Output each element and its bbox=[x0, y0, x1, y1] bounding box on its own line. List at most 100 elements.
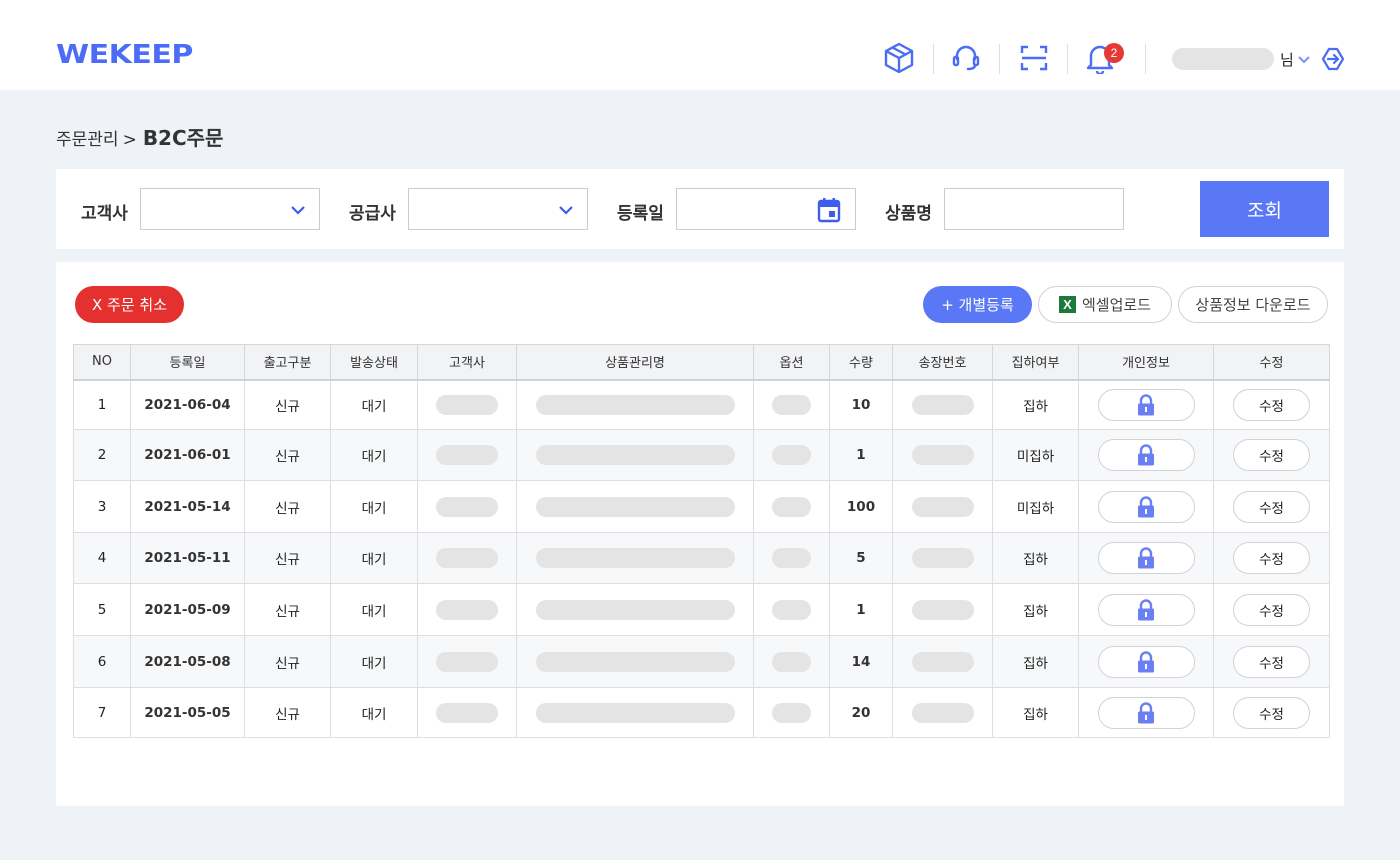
user-name-placeholder[interactable] bbox=[1172, 48, 1274, 70]
view-privacy-button[interactable] bbox=[1097, 439, 1195, 471]
edit-button[interactable]: 수정 bbox=[1233, 388, 1310, 421]
cell-customer bbox=[417, 583, 517, 636]
supplier-select[interactable] bbox=[408, 188, 588, 230]
filter-panel: 고객사 공급사 등록일 상품명 조회 bbox=[56, 169, 1344, 249]
logout-icon[interactable] bbox=[1320, 46, 1346, 72]
cancel-order-button[interactable]: X 주문 취소 bbox=[75, 286, 184, 323]
header-col-date[interactable]: 등록일 bbox=[130, 344, 245, 381]
edit-button[interactable]: 수정 bbox=[1233, 645, 1310, 678]
cell-type: 신규 bbox=[244, 480, 331, 533]
cell-no: 1 bbox=[73, 379, 131, 430]
masked-product-name bbox=[535, 445, 735, 465]
view-privacy-button[interactable] bbox=[1097, 490, 1195, 523]
header-col-privacy[interactable]: 개인정보 bbox=[1078, 344, 1214, 381]
masked-option bbox=[772, 496, 811, 517]
view-privacy-button[interactable] bbox=[1097, 593, 1195, 626]
top-header: WEKEEP 2 님 bbox=[0, 0, 1400, 90]
table-row[interactable]: 2 2021-06-01 신규 대기 1 미집하 수정 bbox=[73, 429, 1330, 481]
cell-date: 2021-05-09 bbox=[130, 583, 245, 636]
cell-pickup: 집하 bbox=[992, 583, 1079, 636]
cell-invoice bbox=[892, 635, 993, 688]
headset-icon[interactable] bbox=[948, 40, 984, 76]
cell-status: 대기 bbox=[330, 532, 418, 584]
orders-panel: X 주문 취소 + 개별등록 X 엑셀업로드 상품정보 다운로드 NO 등록일 출고… bbox=[56, 262, 1344, 806]
cell-customer bbox=[417, 635, 517, 688]
view-privacy-button[interactable] bbox=[1097, 696, 1195, 729]
view-privacy-button[interactable] bbox=[1097, 388, 1195, 421]
cell-product-name bbox=[516, 532, 754, 584]
add-single-order-button[interactable]: + 개별등록 bbox=[923, 286, 1032, 323]
table-row[interactable]: 3 2021-05-14 신규 대기 100 미집하 수정 bbox=[73, 480, 1330, 533]
download-product-info-button[interactable]: 상품정보 다운로드 bbox=[1178, 286, 1328, 323]
cell-qty: 5 bbox=[829, 532, 893, 584]
cell-privacy bbox=[1078, 480, 1214, 533]
masked-product-name bbox=[535, 651, 735, 672]
box-icon[interactable] bbox=[881, 40, 917, 76]
header-col-edit[interactable]: 수정 bbox=[1213, 344, 1330, 381]
cell-status: 대기 bbox=[330, 429, 418, 481]
cell-date: 2021-05-14 bbox=[130, 480, 245, 533]
masked-customer bbox=[436, 394, 498, 415]
cell-privacy bbox=[1078, 583, 1214, 636]
header-col-invoice[interactable]: 송장번호 bbox=[892, 344, 993, 381]
cell-pickup: 집하 bbox=[992, 532, 1079, 584]
table-row[interactable]: 1 2021-06-04 신규 대기 10 집하 수정 bbox=[73, 379, 1330, 430]
calendar-icon[interactable] bbox=[817, 197, 841, 223]
search-button[interactable]: 조회 bbox=[1200, 181, 1329, 237]
masked-invoice bbox=[911, 445, 974, 465]
breadcrumb-parent[interactable]: 주문관리 bbox=[56, 125, 119, 150]
table-row[interactable]: 5 2021-05-09 신규 대기 1 집하 수정 bbox=[73, 583, 1330, 636]
cell-option bbox=[753, 532, 830, 584]
cell-invoice bbox=[892, 687, 993, 738]
cell-product-name bbox=[516, 379, 754, 430]
masked-invoice bbox=[911, 548, 974, 568]
cell-type: 신규 bbox=[244, 429, 331, 481]
table-row[interactable]: 6 2021-05-08 신규 대기 14 집하 수정 bbox=[73, 635, 1330, 688]
cell-product-name bbox=[516, 480, 754, 533]
header-col-qty[interactable]: 수량 bbox=[829, 344, 893, 381]
product-name-input[interactable] bbox=[944, 188, 1124, 230]
cell-edit: 수정 bbox=[1213, 583, 1330, 636]
wekeep-logo[interactable]: WEKEEP bbox=[56, 40, 193, 71]
cell-customer bbox=[417, 532, 517, 584]
cell-qty: 1 bbox=[829, 429, 893, 481]
customer-select[interactable] bbox=[140, 188, 320, 230]
chevron-down-icon[interactable] bbox=[1296, 51, 1312, 67]
header-separator bbox=[999, 44, 1000, 74]
edit-button[interactable]: 수정 bbox=[1233, 542, 1310, 574]
lock-icon bbox=[1138, 701, 1154, 723]
masked-customer bbox=[436, 496, 498, 517]
cell-product-name bbox=[516, 635, 754, 688]
masked-product-name bbox=[535, 394, 735, 415]
cell-no: 6 bbox=[73, 635, 131, 688]
page-title: B2C주문 bbox=[142, 126, 224, 150]
edit-button[interactable]: 수정 bbox=[1233, 696, 1310, 729]
cell-no: 3 bbox=[73, 480, 131, 533]
cell-date: 2021-05-05 bbox=[130, 687, 245, 738]
excel-upload-button[interactable]: X 엑셀업로드 bbox=[1038, 286, 1172, 323]
cell-status: 대기 bbox=[330, 687, 418, 738]
header-col-pickup[interactable]: 집하여부 bbox=[992, 344, 1079, 381]
cell-invoice bbox=[892, 379, 993, 430]
table-row[interactable]: 7 2021-05-05 신규 대기 20 집하 수정 bbox=[73, 687, 1330, 738]
scan-icon[interactable] bbox=[1016, 40, 1052, 76]
cell-pickup: 미집하 bbox=[992, 480, 1079, 533]
edit-button[interactable]: 수정 bbox=[1233, 593, 1310, 626]
header-col-status[interactable]: 발송상태 bbox=[330, 344, 418, 381]
view-privacy-button[interactable] bbox=[1097, 645, 1195, 678]
header-col-customer[interactable]: 고객사 bbox=[417, 344, 517, 381]
table-row[interactable]: 4 2021-05-11 신규 대기 5 집하 수정 bbox=[73, 532, 1330, 584]
date-picker[interactable] bbox=[676, 188, 856, 230]
cell-qty: 14 bbox=[829, 635, 893, 688]
header-col-option[interactable]: 옵션 bbox=[753, 344, 830, 381]
edit-button[interactable]: 수정 bbox=[1233, 439, 1310, 471]
cell-customer bbox=[417, 379, 517, 430]
customer-label: 고객사 bbox=[81, 204, 128, 224]
header-col-type[interactable]: 출고구분 bbox=[244, 344, 331, 381]
view-privacy-button[interactable] bbox=[1097, 542, 1195, 574]
masked-customer bbox=[436, 445, 498, 465]
header-col-no[interactable]: NO bbox=[73, 344, 131, 381]
edit-button[interactable]: 수정 bbox=[1233, 490, 1310, 523]
header-separator bbox=[1067, 44, 1068, 74]
header-col-product-name[interactable]: 상품관리명 bbox=[516, 344, 754, 381]
